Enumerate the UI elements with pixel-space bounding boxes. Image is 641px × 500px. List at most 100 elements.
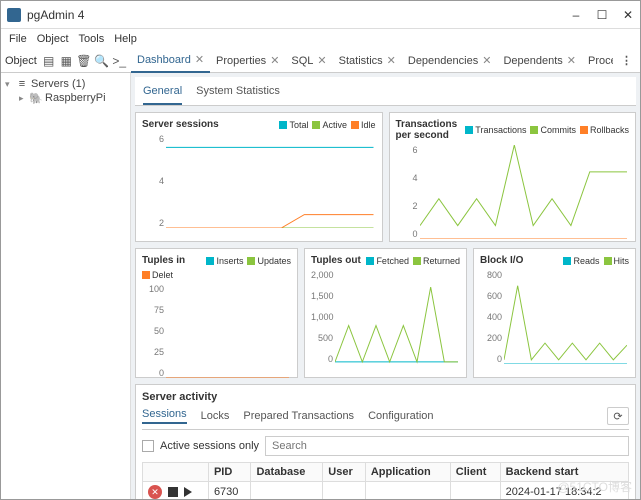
activity-tab-configuration[interactable]: Configuration <box>368 410 433 422</box>
object-tree: ▾ ≡ Servers (1) ▸ 🐘 RaspberryPi <box>1 73 131 499</box>
menu-object[interactable]: Object <box>37 33 69 45</box>
expand-icon[interactable]: ▸ <box>19 93 27 104</box>
window-title: pgAdmin 4 <box>27 8 570 22</box>
legend-inserts: Inserts <box>206 256 243 266</box>
tree-server-item[interactable]: ▸ 🐘 RaspberryPi <box>5 91 126 105</box>
chart-plot <box>166 284 289 378</box>
legend-fetched: Fetched <box>366 256 409 266</box>
legend-label: Commits <box>540 125 576 135</box>
legend-hits: Hits <box>604 256 630 266</box>
tree-servers[interactable]: ▾ ≡ Servers (1) <box>5 77 126 91</box>
tabs-more-icon[interactable]: ⋮ <box>613 54 640 67</box>
close-tab-icon[interactable]: ✕ <box>317 54 326 67</box>
servers-icon: ≡ <box>16 78 28 90</box>
object-label: Object <box>5 55 37 67</box>
legend-label: Updates <box>257 256 291 266</box>
activity-tab-sessions[interactable]: Sessions <box>142 408 187 424</box>
activity-tab-prepared-transactions[interactable]: Prepared Transactions <box>243 410 354 422</box>
close-tab-icon[interactable]: ✕ <box>567 54 576 67</box>
titlebar: pgAdmin 4 – ☐ ✕ <box>1 1 640 29</box>
col-application[interactable]: Application <box>365 463 450 482</box>
activity-tab-locks[interactable]: Locks <box>201 410 230 422</box>
legend-label: Transactions <box>475 125 526 135</box>
activity-search-input[interactable] <box>265 436 629 456</box>
col-pid[interactable]: PID <box>208 463 251 482</box>
expand-row-icon[interactable] <box>184 487 192 497</box>
y-tick: 75 <box>142 305 164 315</box>
activity-tabs: Sessions Locks Prepared Transactions Config… <box>142 407 629 430</box>
legend-swatch <box>351 121 359 129</box>
chart-title: Tuples out <box>311 255 362 266</box>
y-tick: 25 <box>142 347 164 357</box>
elephant-icon: 🐘 <box>30 92 42 104</box>
chart-plot <box>420 145 628 239</box>
close-tab-icon[interactable]: ✕ <box>387 54 396 67</box>
legend-idle: Idle <box>351 120 376 130</box>
menu-help[interactable]: Help <box>114 33 137 45</box>
col-backend-start[interactable]: Backend start <box>500 463 628 482</box>
menu-tools[interactable]: Tools <box>79 33 105 45</box>
legend-label: Hits <box>614 256 630 266</box>
close-tab-icon[interactable]: ✕ <box>195 53 204 66</box>
col-user[interactable]: User <box>323 463 366 482</box>
chart-transactions-per-second: Transactions per secondTransactionsCommi… <box>389 112 637 242</box>
legend-swatch <box>142 271 150 279</box>
active-only-checkbox[interactable] <box>142 440 154 452</box>
delete-icon[interactable]: 🗑 <box>76 52 92 70</box>
close-tab-icon[interactable]: ✕ <box>270 54 279 67</box>
legend-label: Active <box>322 120 347 130</box>
cell-application <box>365 482 450 500</box>
col-actions[interactable] <box>143 463 209 482</box>
tab-processes[interactable]: Processes✕ <box>582 49 613 73</box>
subtab-system-statistics[interactable]: System Statistics <box>196 81 280 105</box>
tab-dependents[interactable]: Dependents✕ <box>497 49 582 73</box>
tab-dependencies[interactable]: Dependencies✕ <box>402 49 498 73</box>
y-tick: 2,000 <box>311 270 333 280</box>
legend-returned: Returned <box>413 256 460 266</box>
legend-label: Rollbacks <box>590 125 629 135</box>
refresh-icon[interactable]: ⟳ <box>607 407 629 425</box>
toolbar: Object ▤ ▦ 🗑 🔍 >_ Dashboard✕Properties✕S… <box>1 49 640 73</box>
tab-properties[interactable]: Properties✕ <box>210 49 285 73</box>
y-tick: 100 <box>142 284 164 294</box>
object-toolbar: Object ▤ ▦ 🗑 🔍 >_ <box>1 52 131 70</box>
y-tick: 0 <box>142 368 164 378</box>
col-client[interactable]: Client <box>450 463 500 482</box>
terminate-icon[interactable]: ✕ <box>148 485 162 499</box>
y-tick: 200 <box>480 333 502 343</box>
terminal-icon[interactable]: >_ <box>111 52 127 70</box>
search-icon[interactable]: 🔍 <box>94 52 110 70</box>
activity-table: PIDDatabaseUserApplicationClientBackend … <box>142 462 629 499</box>
subtab-general[interactable]: General <box>143 81 182 105</box>
col-database[interactable]: Database <box>251 463 323 482</box>
cell-user <box>323 482 366 500</box>
properties-icon[interactable]: ▤ <box>41 52 57 70</box>
collapse-icon[interactable]: ▾ <box>5 79 13 90</box>
y-tick: 6 <box>396 145 418 155</box>
legend-swatch <box>604 257 612 265</box>
sql-icon[interactable]: ▦ <box>58 52 74 70</box>
menu-file[interactable]: File <box>9 33 27 45</box>
legend-transactions: Transactions <box>465 125 526 135</box>
chart-tuples-out: Tuples outFetchedReturned2,0001,5001,000… <box>304 248 467 378</box>
legend-swatch <box>580 126 588 134</box>
tab-dashboard[interactable]: Dashboard✕ <box>131 49 210 73</box>
active-only-label: Active sessions only <box>160 440 259 452</box>
app-icon <box>7 8 21 22</box>
close-tab-icon[interactable]: ✕ <box>482 54 491 67</box>
legend-swatch <box>279 121 287 129</box>
y-tick: 0 <box>480 354 502 364</box>
cancel-icon[interactable] <box>168 487 178 497</box>
legend-label: Fetched <box>376 256 409 266</box>
tab-sql[interactable]: SQL✕ <box>285 49 332 73</box>
session-row[interactable]: ✕67302024-01-17 18:34:2 <box>143 482 629 500</box>
close-button[interactable]: ✕ <box>622 9 634 21</box>
maximize-button[interactable]: ☐ <box>596 9 608 21</box>
legend-swatch <box>413 257 421 265</box>
legend-reads: Reads <box>563 256 599 266</box>
tab-statistics[interactable]: Statistics✕ <box>333 49 402 73</box>
minimize-button[interactable]: – <box>570 9 582 21</box>
legend-commits: Commits <box>530 125 576 135</box>
legend-swatch <box>530 126 538 134</box>
chart-tuples-in: Tuples inInsertsUpdatesDelet1007550250 <box>135 248 298 378</box>
